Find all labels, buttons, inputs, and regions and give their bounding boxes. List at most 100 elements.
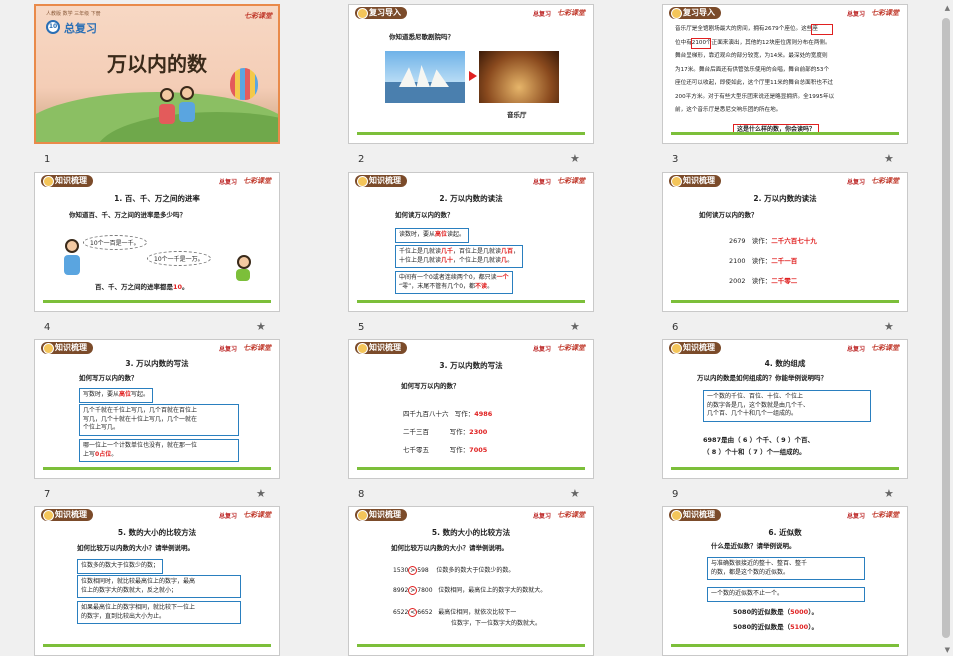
- question-text: 如何写万以内的数？: [401, 382, 460, 390]
- brand-logo: 七彩课堂: [243, 344, 271, 352]
- boy-icon: [64, 255, 80, 275]
- slide-header: 知识梳理 总复习 七彩课堂: [349, 507, 593, 523]
- speech-bubble: 10个一千是一万。: [147, 251, 211, 266]
- section-subtitle: 总复习: [846, 179, 865, 186]
- example-row: 二千三百 写作：2300: [403, 428, 488, 436]
- slide-header: 复习导入 总复习 七彩课堂: [663, 5, 907, 21]
- child-icon: [160, 88, 174, 102]
- footer-bar: [671, 132, 899, 135]
- brand-logo: 七彩课堂: [244, 12, 272, 20]
- scroll-up-icon[interactable]: ▲: [945, 4, 950, 12]
- section-subtitle: 总复习: [218, 346, 237, 353]
- boy-icon: [236, 269, 250, 281]
- section-subtitle: 总复习: [846, 11, 865, 18]
- question-text: 如何读万以内的数？: [395, 211, 454, 219]
- slide-thumbnail-4[interactable]: 知识梳理 总复习 七彩课堂 1. 百、千、万之间的进率 你知道百、千、万之间的进…: [34, 172, 280, 312]
- opera-house-photo: [385, 51, 465, 103]
- slide-number: 8: [358, 489, 365, 500]
- slide-number: 7: [44, 489, 51, 500]
- example-text: 5080的近似数是（5100）。: [733, 623, 818, 631]
- section-subtitle: 总复习: [846, 346, 865, 353]
- footer-bar: [43, 644, 271, 647]
- slide-thumbnail-8[interactable]: 知识梳理 总复习 七彩课堂 3. 万以内数的写法 如何写万以内的数？ 四千九百八…: [348, 339, 594, 479]
- footer-bar: [357, 132, 585, 135]
- animation-star-icon[interactable]: ★: [884, 487, 894, 500]
- slide-header: 知识梳理 总复习 七彩课堂: [349, 340, 593, 356]
- slide-thumbnail-12[interactable]: 知识梳理 总复习 七彩课堂 6. 近似数 什么是近似数？请举例说明。 与准确数很…: [662, 506, 908, 656]
- section-tag: 知识梳理: [669, 509, 721, 521]
- footer-bar: [671, 467, 899, 470]
- slide-number: 3: [672, 154, 679, 165]
- slide-thumbnail-11[interactable]: 知识梳理 总复习 七彩课堂 5. 数的大小的比较方法 如何比较万以内数的大小？请…: [348, 506, 594, 656]
- arrow-right-icon: [469, 71, 477, 81]
- footer-bar: [43, 467, 271, 470]
- compare-row: 6522 <6652 最高位相同，就依次比较下一: [393, 608, 517, 617]
- example-text: （ 8 ）个十和（ 7 ）个一组成的。: [703, 448, 806, 456]
- example-row: 四千九百八十六 写作：4986: [403, 410, 493, 418]
- footer-bar: [43, 300, 271, 303]
- slide-header: 知识梳理 总复习 七彩课堂: [663, 340, 907, 356]
- slide-thumbnail-6[interactable]: 知识梳理 总复习 七彩课堂 2. 万以内数的读法 如何读万以内的数？ 2679 …: [662, 172, 908, 312]
- slide-number: 9: [672, 489, 679, 500]
- example-row: 2002 读作：二千零二: [729, 277, 798, 285]
- slide-number: 2: [358, 154, 365, 165]
- slide-thumbnail-3[interactable]: 复习导入 总复习 七彩课堂 音乐厅是全馆剧场最大的房间，拥有2679个座位。这些…: [662, 4, 908, 144]
- section-tag: 知识梳理: [41, 509, 93, 521]
- slide-header: 知识梳理 总复习 七彩课堂: [35, 340, 279, 356]
- example-text: 5080的近似数是（5000）。: [733, 608, 818, 616]
- animation-star-icon[interactable]: ★: [570, 487, 580, 500]
- slide-thumbnail-5[interactable]: 知识梳理 总复习 七彩课堂 2. 万以内数的读法 如何读万以内的数？ 读数时，要…: [348, 172, 594, 312]
- section-subtitle: 总复习: [532, 513, 551, 520]
- section-tag: 知识梳理: [355, 342, 407, 354]
- animation-star-icon[interactable]: ★: [884, 320, 894, 333]
- animation-star-icon[interactable]: ★: [256, 320, 266, 333]
- animation-star-icon[interactable]: ★: [570, 320, 580, 333]
- question-text: 如何比较万以内数的大小？请举例说明。: [391, 544, 508, 552]
- rule-box: 位数相同时，就比较最高位上的数字，最高 位上的数字大的数就大，反之就小；: [77, 575, 241, 598]
- conclusion-text: 百、千、万之间的进率都是10。: [95, 283, 189, 291]
- footer-bar: [671, 644, 899, 647]
- question-text: 你知道悉尼歌剧院吗？: [389, 33, 454, 41]
- animation-star-icon[interactable]: ★: [884, 152, 894, 165]
- rule-box: 位数多的数大于位数少的数；: [77, 559, 164, 574]
- slide-header: 知识梳理 总复习 七彩课堂: [35, 173, 279, 189]
- scroll-down-icon[interactable]: ▼: [945, 646, 950, 654]
- rule-box: 读数时，要从高位读起。: [395, 228, 470, 243]
- slide-thumbnail-9[interactable]: 知识梳理 总复习 七彩课堂 4. 数的组成 万以内的数是如何组成的？你能举例说明…: [662, 339, 908, 479]
- vertical-scrollbar[interactable]: ▲ ▼: [939, 0, 953, 656]
- brand-logo: 七彩课堂: [557, 344, 585, 352]
- child-icon: [179, 102, 195, 122]
- section-tag: 知识梳理: [669, 175, 721, 187]
- brand-logo: 七彩课堂: [557, 177, 585, 185]
- rule-box: 一个数的近似数不止一个。: [707, 587, 865, 602]
- highlight-box: [691, 38, 711, 49]
- brand-logo: 七彩课堂: [871, 9, 899, 17]
- example-row: 七千零五 写作：7005: [403, 446, 488, 454]
- slide-thumbnail-1[interactable]: 人教版 数学 三年级 下册 七彩课堂 10 总复习 万以内的数: [34, 4, 280, 144]
- section-subtitle: 总复习: [532, 11, 551, 18]
- photo-caption: 音乐厅: [507, 111, 527, 119]
- slide-title: 5. 数的大小的比较方法: [431, 528, 511, 537]
- slide-header: 知识梳理 总复习 七彩课堂: [349, 173, 593, 189]
- slide-thumbnail-7[interactable]: 知识梳理 总复习 七彩课堂 3. 万以内数的写法 如何写万以内的数？ 写数时，要…: [34, 339, 280, 479]
- animation-star-icon[interactable]: ★: [256, 487, 266, 500]
- unit-badge: 10: [46, 20, 60, 34]
- section-tag: 知识梳理: [41, 342, 93, 354]
- slide-number: 6: [672, 322, 679, 333]
- rule-box: 几个千就在千位上写几，几个百就在百位上 写几，几个十就在十位上写几，几个一就在 …: [79, 404, 239, 436]
- boy-icon: [237, 255, 251, 269]
- slide-title: 3. 万以内数的写法: [125, 359, 189, 368]
- compare-row-continued: 位数字，下一位数字大的数就大。: [451, 620, 542, 627]
- slide-thumbnail-2[interactable]: 复习导入 总复习 七彩课堂 你知道悉尼歌剧院吗？ 音乐厅: [348, 4, 594, 144]
- rule-box: 写数时，要从高位写起。: [79, 388, 154, 403]
- slide-thumbnail-10[interactable]: 知识梳理 总复习 七彩课堂 5. 数的大小的比较方法 如何比较万以内数的大小？请…: [34, 506, 280, 656]
- slide-header: 知识梳理 总复习 七彩课堂: [35, 507, 279, 523]
- example-text: 6987是由（ 6 ）个千、（ 9 ）个百、: [703, 436, 814, 444]
- slide-number: 5: [358, 322, 365, 333]
- brand-logo: 七彩课堂: [557, 511, 585, 519]
- compare-row: 8992 >7800 位数相同，最高位上的数字大的数就大。: [393, 586, 547, 595]
- animation-star-icon[interactable]: ★: [570, 152, 580, 165]
- slide-title: 5. 数的大小的比较方法: [117, 528, 197, 537]
- footer-bar: [357, 300, 585, 303]
- scrollbar-thumb[interactable]: [942, 18, 950, 638]
